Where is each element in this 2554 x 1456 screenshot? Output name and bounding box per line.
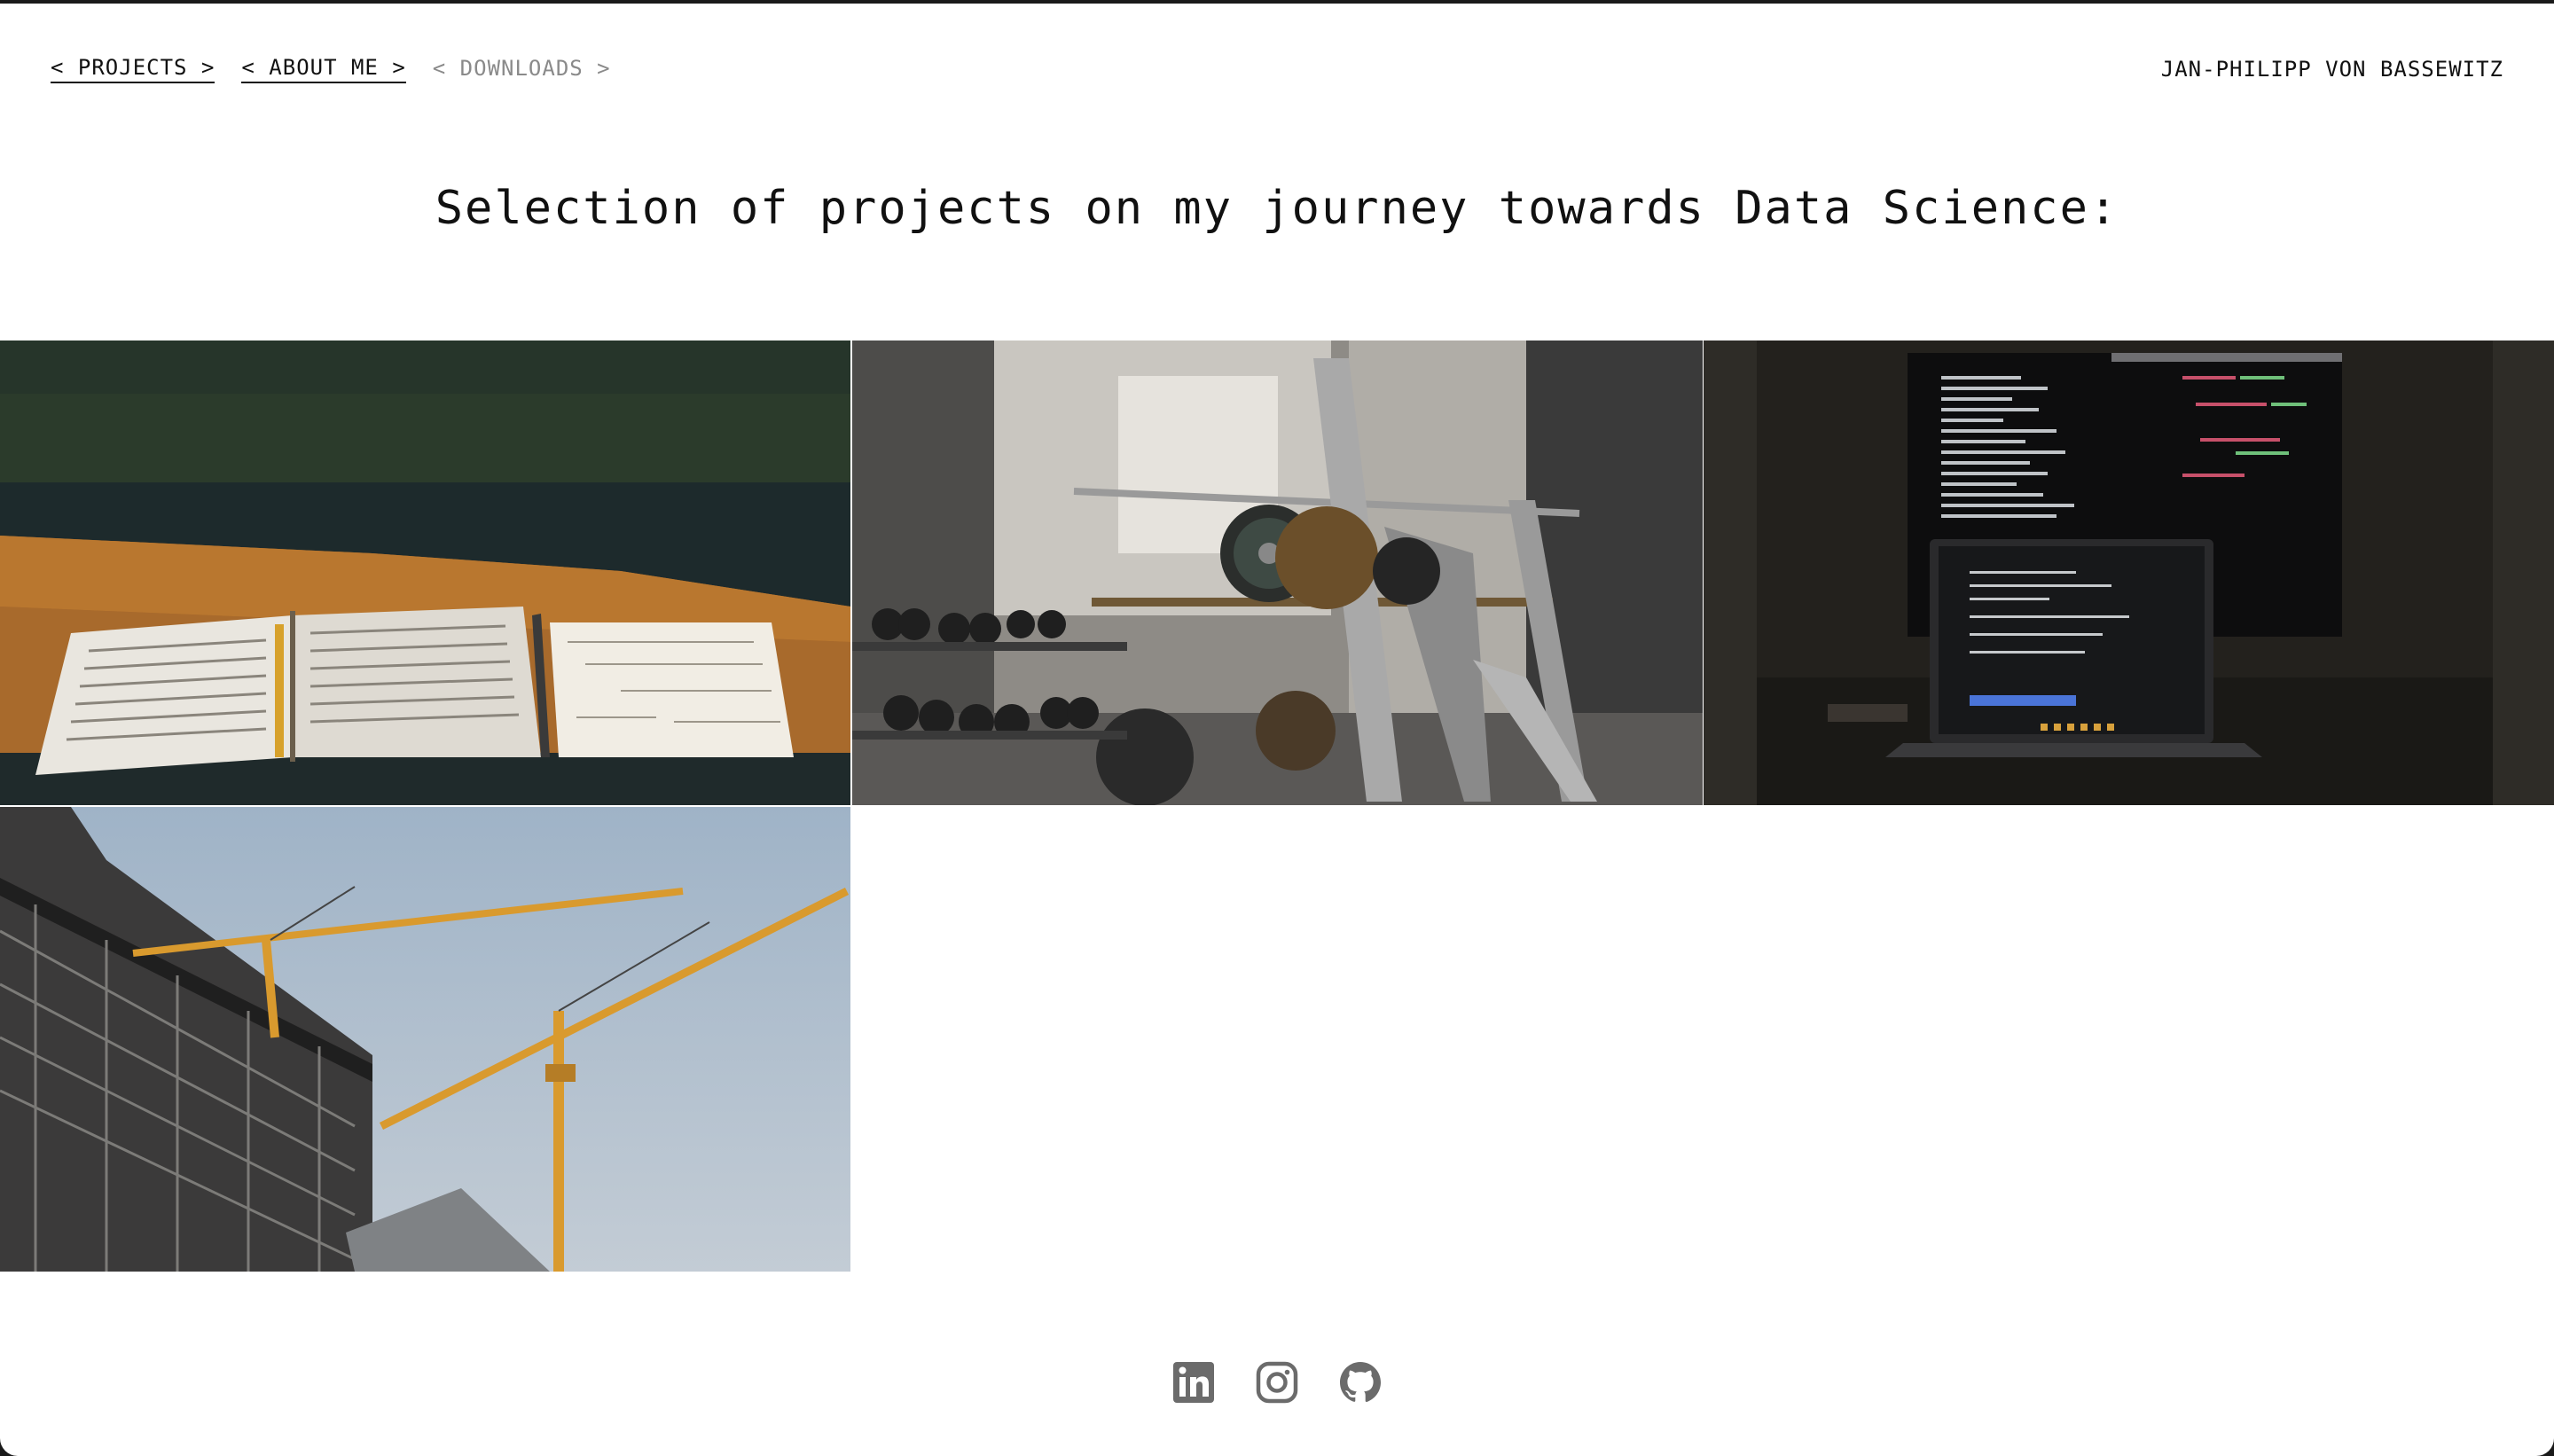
project-tile-books[interactable] [0,341,850,805]
nav-projects-link[interactable]: < PROJECTS > [51,55,215,83]
window-corner-right [2519,1421,2554,1456]
project-tile-construction[interactable] [0,807,850,1272]
open-books-notebook-image [0,341,850,805]
project-tile-gym[interactable] [852,341,1703,805]
site-name[interactable]: JAN-PHILIPP VON BASSEWITZ [2161,53,2503,85]
top-border [0,0,2554,4]
nav-downloads-link[interactable]: < DOWNLOADS > [433,56,611,82]
github-icon[interactable] [1338,1360,1383,1405]
laptop-and-monitor-code-image [1704,341,2554,805]
instagram-icon[interactable] [1255,1360,1299,1405]
social-links [0,1360,2554,1405]
gym-barbell-rack-image [852,341,1703,805]
construction-cranes-image [0,807,850,1272]
window-corner-left [0,1421,35,1456]
nav-about-link[interactable]: < ABOUT ME > [241,55,406,83]
project-tile-code[interactable] [1704,341,2554,805]
linkedin-icon[interactable] [1171,1360,1216,1405]
page-title: Selection of projects on my journey towa… [435,182,2119,235]
main-nav: < PROJECTS > < ABOUT ME > < DOWNLOADS > [51,53,638,85]
